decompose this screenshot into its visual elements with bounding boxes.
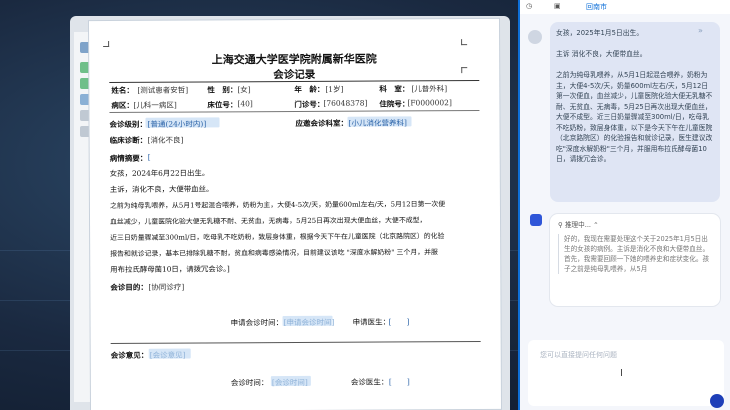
summary-line[interactable]: 主诉，消化不良，大便带血丝。 xyxy=(110,183,214,195)
dept-field[interactable]: [儿普外科] xyxy=(411,83,447,94)
assistant-message: ⚲ 推理中... ⌃ 好的，我现在需要处理这个关于2025年1月5日出生的女孩的… xyxy=(550,214,720,306)
summary-open-bracket: [ xyxy=(147,152,151,162)
summary-label: 病情摘要： xyxy=(109,153,148,163)
consult-dept-label: 应邀会诊科室： xyxy=(295,118,349,128)
purpose-field[interactable]: [协同诊疗] xyxy=(148,282,184,293)
consultation-record-document: 上海交通大学医学院附属新华医院 会诊记录 姓名： [测试患者安哲] 性 别： [… xyxy=(88,18,502,410)
diagnosis-field[interactable]: [消化不良] xyxy=(148,135,184,146)
name-field[interactable]: [测试患者安哲] xyxy=(137,85,188,96)
sex-field[interactable]: [女] xyxy=(237,84,250,95)
edit-icon[interactable]: » xyxy=(698,26,703,35)
request-time-label: 申请会诊时间： xyxy=(230,318,284,328)
sex-label: 性 别： xyxy=(207,85,238,95)
opinion-label: 会诊意见： xyxy=(110,350,149,360)
summary-line[interactable]: 近三日奶量骤减至300ml/日，吃母乳不吃奶粉，致层身体重，根据今天下午在儿童医… xyxy=(110,230,444,242)
inpatient-number-label: 住院号： xyxy=(379,99,410,109)
consult-level-label: 会诊级别： xyxy=(109,119,148,129)
user-message: 女孩，2025年1月5日出生。 主诉 消化不良，大便带血丝。 之前为纯母乳喂养，… xyxy=(550,22,720,202)
chevron-up-icon: ⌃ xyxy=(593,221,599,229)
clinic-number-label: 门诊号： xyxy=(294,99,325,110)
thinking-icon: ⚲ xyxy=(558,221,563,229)
opinion-field[interactable]: [会诊意见] xyxy=(150,350,186,361)
name-label: 姓名： xyxy=(111,85,134,95)
crop-mark xyxy=(461,39,468,46)
chat-input-area[interactable]: 您可以直接提问任何问题 I xyxy=(528,340,724,408)
consult-doctor-field[interactable]: [ ] xyxy=(389,376,410,387)
request-doctor-field[interactable]: [ ] xyxy=(389,316,410,327)
panel-tab[interactable]: 回南市 xyxy=(586,2,607,12)
send-button[interactable] xyxy=(710,394,724,408)
consult-time-field[interactable]: [会诊时间] xyxy=(272,377,308,388)
opinion-divider xyxy=(110,341,481,344)
request-doctor-label: 申请医生： xyxy=(352,317,391,327)
crop-mark xyxy=(103,40,110,48)
panel-toolbar: ◷ ▣ 回南市 xyxy=(520,0,730,14)
inpatient-number-field[interactable]: [F0000002] xyxy=(407,98,452,107)
bed-field[interactable]: [40] xyxy=(237,99,252,108)
summary-line[interactable]: 血丝减少，儿童医院化验大便无乳糖不耐、无贫血，无病毒，5月25日再次出现大便血丝… xyxy=(110,214,426,226)
assistant-avatar-icon xyxy=(530,214,542,226)
clock-icon[interactable]: ◷ xyxy=(526,2,532,10)
thinking-indicator[interactable]: ⚲ 推理中... ⌃ xyxy=(558,220,712,230)
consult-time-label: 会诊时间： xyxy=(230,378,269,388)
age-label: 年 龄： xyxy=(294,84,325,95)
age-field[interactable]: [1岁] xyxy=(325,84,343,95)
text-cursor: I xyxy=(620,368,623,379)
reasoning-text: 好的，我现在需要处理这个关于2025年1月5日出生的女孩的病例。主诉是消化不良和… xyxy=(558,234,712,274)
bed-label: 床位号： xyxy=(207,100,238,110)
purpose-label: 会诊目的： xyxy=(110,282,148,292)
user-avatar xyxy=(528,30,542,44)
consult-dept-field[interactable]: [小儿消化营养科] xyxy=(348,117,406,128)
clinic-number-field[interactable]: [76048378] xyxy=(323,99,367,108)
ward-label: 病区： xyxy=(111,100,134,110)
summary-line[interactable]: 用布拉氏酵母菌10日，请拨冗会诊。] xyxy=(110,263,230,275)
consult-doctor-label: 会诊医生： xyxy=(350,377,389,387)
dept-label: 科 室： xyxy=(379,84,410,94)
summary-line[interactable]: 之前为纯母乳喂养，从5月1号起混合喂养，奶粉为主，大便4-5次/天，奶量600m… xyxy=(110,198,445,210)
assistant-panel: ◷ ▣ 回南市 女孩，2025年1月5日出生。 主诉 消化不良，大便带血丝。 之… xyxy=(518,0,730,410)
sidebar-toggle-icon[interactable]: ▣ xyxy=(554,2,561,10)
diagnosis-label: 临床诊断： xyxy=(109,135,148,145)
request-time-field[interactable]: [申请会诊时间] xyxy=(284,317,335,328)
chat-input-placeholder[interactable]: 您可以直接提问任何问题 xyxy=(540,350,617,360)
summary-line[interactable]: 女孩，2024年6月22日出生。 xyxy=(110,167,209,179)
summary-line[interactable]: 报告和就诊记录，基本已排除乳糖不耐，贫血和病毒感染情况，目前建议该吃 "深度水解… xyxy=(110,246,438,258)
ward-field[interactable]: [儿科一病区] xyxy=(133,100,176,111)
consult-level-field[interactable]: [普通(24小时内)] xyxy=(147,118,206,129)
